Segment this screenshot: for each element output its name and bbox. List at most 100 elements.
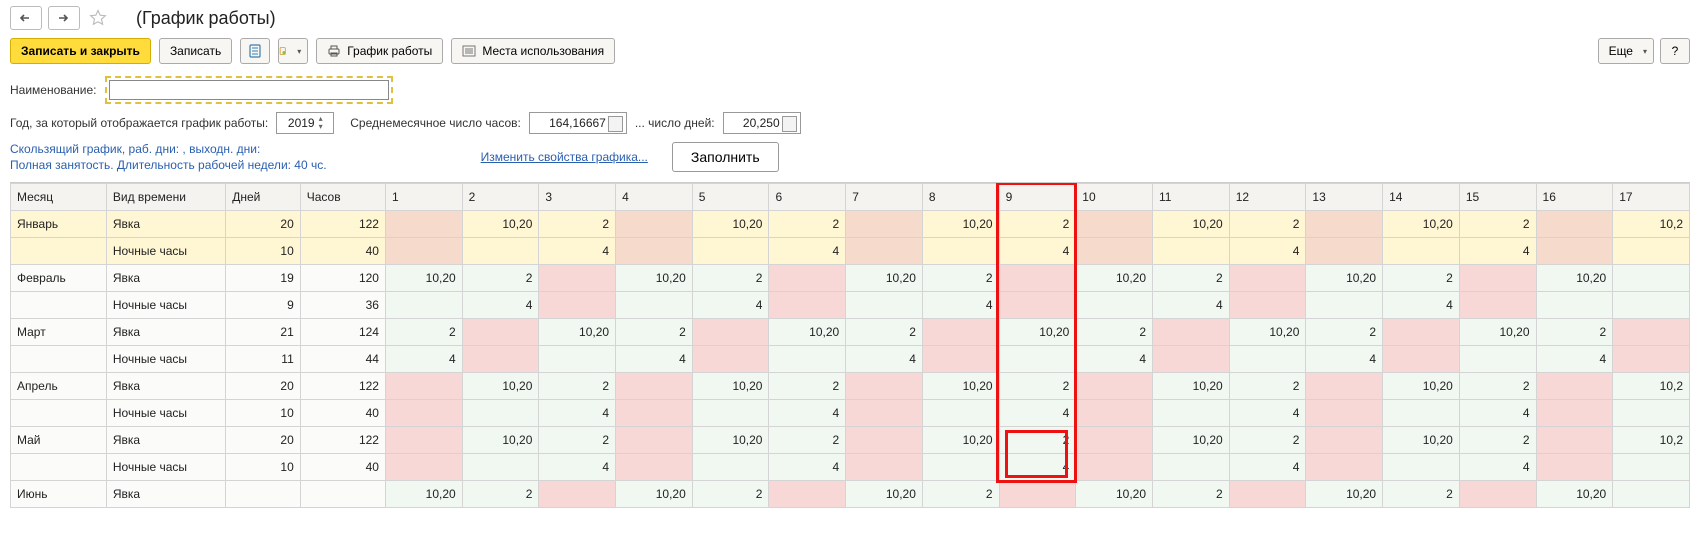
day-cell[interactable] [769,481,846,508]
day-cell[interactable]: 10,2 [1613,211,1690,238]
day-cell[interactable]: 10,20 [692,211,769,238]
day-cell[interactable] [1536,238,1613,265]
day-cell[interactable] [769,292,846,319]
day-cell[interactable] [846,400,923,427]
day-cell[interactable]: 10,20 [616,265,693,292]
day-cell[interactable]: 2 [692,481,769,508]
day-cell[interactable] [1613,400,1690,427]
table-row[interactable]: МайЯвка2012210,20210,20210,20210,20210,2… [11,427,1690,454]
table-row[interactable]: АпрельЯвка2012210,20210,20210,20210,2021… [11,373,1690,400]
col-day-2[interactable]: 2 [462,184,539,211]
day-cell[interactable]: 2 [999,211,1076,238]
day-cell[interactable] [922,454,999,481]
document-button[interactable] [240,38,270,64]
day-cell[interactable] [1613,238,1690,265]
day-cell[interactable]: 4 [539,238,616,265]
day-cell[interactable] [539,265,616,292]
col-day-8[interactable]: 8 [922,184,999,211]
col-day-9[interactable]: 9 [999,184,1076,211]
day-cell[interactable]: 4 [539,454,616,481]
day-cell[interactable]: 2 [1076,319,1153,346]
day-cell[interactable] [922,400,999,427]
day-cell[interactable] [1383,238,1460,265]
day-cell[interactable] [1536,211,1613,238]
day-cell[interactable]: 2 [999,427,1076,454]
day-cell[interactable]: 10,20 [1153,373,1230,400]
table-row[interactable]: ФевральЯвка1912010,20210,20210,20210,202… [11,265,1690,292]
day-cell[interactable]: 2 [462,265,539,292]
day-cell[interactable]: 4 [385,346,462,373]
day-cell[interactable] [1459,481,1536,508]
day-cell[interactable] [692,400,769,427]
col-day-10[interactable]: 10 [1076,184,1153,211]
day-cell[interactable]: 10,20 [922,373,999,400]
day-cell[interactable]: 4 [692,292,769,319]
col-day-16[interactable]: 16 [1536,184,1613,211]
day-cell[interactable]: 4 [1383,292,1460,319]
day-cell[interactable]: 2 [539,211,616,238]
day-cell[interactable]: 2 [692,265,769,292]
day-cell[interactable]: 10,20 [462,427,539,454]
day-cell[interactable] [462,319,539,346]
day-cell[interactable]: 10,20 [999,319,1076,346]
day-cell[interactable]: 4 [999,238,1076,265]
nav-forward-button[interactable] [48,6,80,30]
table-row[interactable]: МартЯвка21124210,20210,20210,20210,20210… [11,319,1690,346]
day-cell[interactable]: 4 [999,400,1076,427]
day-cell[interactable]: 10,20 [616,481,693,508]
day-cell[interactable]: 10,20 [1459,319,1536,346]
day-cell[interactable] [539,292,616,319]
day-cell[interactable] [462,400,539,427]
day-cell[interactable]: 4 [1076,346,1153,373]
day-cell[interactable] [385,238,462,265]
day-cell[interactable] [1306,454,1383,481]
day-cell[interactable]: 10,20 [1076,481,1153,508]
day-cell[interactable] [1306,427,1383,454]
day-cell[interactable] [922,346,999,373]
day-cell[interactable] [616,373,693,400]
day-cell[interactable]: 2 [1229,373,1306,400]
day-cell[interactable] [462,346,539,373]
day-cell[interactable] [999,346,1076,373]
day-cell[interactable]: 4 [1459,238,1536,265]
day-cell[interactable] [1229,346,1306,373]
day-cell[interactable] [1613,265,1690,292]
day-cell[interactable] [1306,373,1383,400]
day-cell[interactable] [1229,265,1306,292]
day-cell[interactable]: 2 [1383,265,1460,292]
day-cell[interactable]: 10,20 [1229,319,1306,346]
col-day-3[interactable]: 3 [539,184,616,211]
day-cell[interactable]: 4 [1459,400,1536,427]
day-cell[interactable] [1076,373,1153,400]
day-cell[interactable] [1306,238,1383,265]
day-cell[interactable]: 10,20 [1153,211,1230,238]
day-cell[interactable]: 10,20 [385,481,462,508]
day-cell[interactable] [1613,292,1690,319]
day-cell[interactable]: 2 [462,481,539,508]
day-cell[interactable] [1459,292,1536,319]
day-cell[interactable]: 2 [846,319,923,346]
day-cell[interactable]: 10,20 [1536,481,1613,508]
day-cell[interactable]: 2 [1153,481,1230,508]
day-cell[interactable] [1153,238,1230,265]
day-cell[interactable] [692,454,769,481]
day-cell[interactable]: 2 [769,427,846,454]
day-cell[interactable] [616,454,693,481]
col-type[interactable]: Вид времени [106,184,225,211]
day-cell[interactable] [385,427,462,454]
col-day-4[interactable]: 4 [616,184,693,211]
day-cell[interactable] [616,238,693,265]
day-cell[interactable] [539,346,616,373]
more-button[interactable]: Еще [1598,38,1654,64]
schedule-grid[interactable]: МесяцВид времениДнейЧасов123456789101112… [10,182,1690,508]
day-cell[interactable]: 10,2 [1613,427,1690,454]
favorite-star-icon[interactable] [86,6,110,30]
day-cell[interactable] [1383,454,1460,481]
day-cell[interactable]: 4 [1536,346,1613,373]
col-day-11[interactable]: 11 [1153,184,1230,211]
day-cell[interactable]: 4 [1306,346,1383,373]
day-cell[interactable] [616,400,693,427]
day-cell[interactable] [1613,481,1690,508]
day-cell[interactable] [922,238,999,265]
day-cell[interactable] [1153,454,1230,481]
